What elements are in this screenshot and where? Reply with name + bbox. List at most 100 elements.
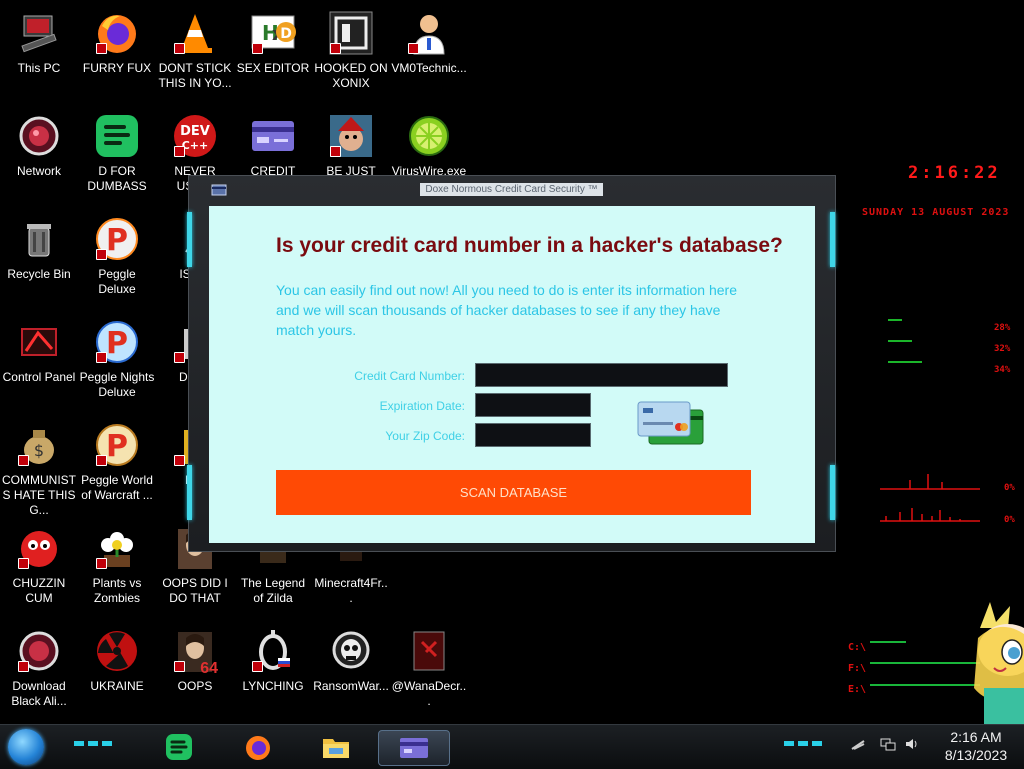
peggle-nights-icon: P bbox=[94, 319, 140, 365]
peggle-wow-icon: P bbox=[94, 422, 140, 468]
zip-label: Your Zip Code: bbox=[385, 429, 465, 443]
taskbar-time: 2:16 AM bbox=[950, 729, 1002, 745]
network-graph-1 bbox=[880, 474, 980, 490]
flower-icon bbox=[94, 525, 140, 571]
taskbar-app-d[interactable] bbox=[161, 730, 197, 764]
credit-card-icon bbox=[400, 738, 428, 758]
control-panel-icon bbox=[16, 319, 62, 365]
desktop-icon-wanadecr[interactable]: @WanaDecr... bbox=[390, 622, 468, 709]
desktop-icon-this-pc[interactable]: This PC bbox=[0, 4, 78, 76]
svg-text:P: P bbox=[106, 223, 128, 258]
tray-network-icon[interactable] bbox=[880, 737, 896, 751]
money-bag-icon: $ bbox=[16, 422, 62, 468]
desktop-icon-communists[interactable]: $ COMMUNISTS HATE THIS G... bbox=[0, 416, 78, 518]
window-title: Doxe Normous Credit Card Security ™ bbox=[420, 183, 603, 196]
cpu-meter-pct-3: 34% bbox=[994, 365, 1011, 375]
doctor-icon bbox=[406, 10, 452, 56]
drive-bar-e bbox=[870, 684, 980, 686]
desktop-icon-sex-editor[interactable]: HxD SEX EDITOR bbox=[234, 4, 312, 76]
skull-icon bbox=[328, 628, 374, 674]
description: You can easily find out now! All you nee… bbox=[276, 282, 737, 338]
cpu-meter-pct-2: 32% bbox=[994, 344, 1011, 354]
credit-cards-image bbox=[637, 401, 704, 445]
network-graph-pct-1: 0% bbox=[1004, 483, 1015, 493]
desktop-icon-chuzzin[interactable]: CHUZZIN CUM bbox=[0, 519, 78, 606]
cpu-meter-pct-1: 28% bbox=[994, 323, 1011, 333]
drive-label-f: F:\ bbox=[848, 663, 867, 674]
wannacry-icon bbox=[406, 628, 452, 674]
desktop-icon-vm0technic[interactable]: VM0Technic... bbox=[390, 4, 468, 76]
taskbar-date: 8/13/2023 bbox=[944, 747, 1008, 763]
taskbar bbox=[0, 724, 1024, 769]
desktop-icon-ransomware[interactable]: RansomWar... bbox=[312, 622, 390, 694]
chuzzle-icon bbox=[16, 525, 62, 571]
credit-card-icon bbox=[250, 113, 296, 159]
rainmeter-date: SUNDAY 13 AUGUST 2023 bbox=[862, 207, 1010, 218]
lime-icon bbox=[406, 113, 452, 159]
desktop-icon-dont-stick[interactable]: DONT STICK THIS IN YO... bbox=[156, 4, 234, 91]
oops-overlay-number: 64 bbox=[200, 660, 218, 677]
rainmeter-clock: 2:16:22 bbox=[908, 163, 1001, 183]
window-left-glow-2 bbox=[187, 465, 192, 520]
desktop-icon-viruswire[interactable]: VirusWire.exe bbox=[390, 107, 468, 179]
tray-keyboard-icon[interactable] bbox=[850, 737, 866, 751]
svg-text:C++: C++ bbox=[182, 139, 209, 152]
cpu-meter-bar-3 bbox=[888, 361, 922, 363]
taskbar-decor-right bbox=[784, 741, 822, 746]
firefox-icon bbox=[246, 736, 270, 760]
drive-bar-c bbox=[870, 641, 906, 643]
desktop-icon-recycle-bin[interactable]: Recycle Bin bbox=[0, 210, 78, 282]
card-number-input[interactable] bbox=[475, 363, 728, 387]
oops-portrait-icon: 64 bbox=[172, 628, 218, 677]
desktop-icon-download-black-ali[interactable]: Download Black Ali... bbox=[0, 622, 78, 709]
zip-input[interactable] bbox=[475, 423, 591, 447]
recycle-bin-icon bbox=[16, 216, 62, 262]
desktop-icon-plants-vs-zombies[interactable]: Plants vs Zombies bbox=[78, 519, 156, 606]
desktop-icon-hooked-on-xonix[interactable]: HOOKED ON XONIX bbox=[312, 4, 390, 91]
desktop-icon-peggle-wow[interactable]: P Peggle World of Warcraft ... bbox=[78, 416, 156, 503]
desktop-icon-control-panel[interactable]: Control Panel bbox=[0, 313, 78, 385]
hxd-icon: HxD bbox=[250, 10, 296, 56]
headline: Is your credit card number in a hacker's… bbox=[276, 234, 783, 257]
taskbar-app-firefox[interactable] bbox=[240, 730, 276, 764]
noose-icon bbox=[250, 628, 296, 674]
radiation-icon bbox=[94, 628, 140, 674]
firefox-icon bbox=[94, 10, 140, 56]
expiration-label: Expiration Date: bbox=[379, 399, 465, 413]
drive-label-c: C:\ bbox=[848, 642, 867, 653]
star-butterfly-character bbox=[974, 602, 1024, 724]
expiration-input[interactable] bbox=[475, 393, 591, 417]
cpu-meter-bar-1 bbox=[888, 319, 902, 321]
scan-database-button[interactable]: SCAN DATABASE bbox=[276, 470, 751, 515]
desktop-icon-peggle-nights[interactable]: P Peggle Nights Deluxe bbox=[78, 313, 156, 400]
xonix-icon bbox=[328, 10, 374, 56]
window-left-glow bbox=[187, 212, 192, 267]
taskbar-clock[interactable]: 2:16 AM 8/13/2023 bbox=[936, 728, 1016, 764]
d-app-icon bbox=[166, 734, 192, 760]
desktop-icon-furry-fux[interactable]: FURRY FUX bbox=[78, 4, 156, 76]
taskbar-decor-left bbox=[74, 741, 112, 746]
taskbar-app-explorer[interactable] bbox=[318, 730, 354, 764]
desktop-icon-network[interactable]: Network bbox=[0, 107, 78, 179]
taskbar-app-credit-card[interactable] bbox=[378, 730, 450, 766]
elf-icon bbox=[328, 113, 374, 159]
drive-bar-f bbox=[870, 662, 980, 664]
desktop-icon-lynching[interactable]: LYNCHING bbox=[234, 622, 312, 694]
desktop-icon-oops[interactable]: 64 OOPS bbox=[156, 622, 234, 694]
window-system-icon[interactable] bbox=[211, 184, 227, 196]
svg-text:P: P bbox=[106, 326, 128, 361]
window-right-glow-2 bbox=[830, 465, 835, 520]
this-pc-icon bbox=[16, 10, 62, 56]
folder-icon bbox=[323, 739, 349, 758]
desktop-icon-d-for-dumbass[interactable]: D FOR DUMBASS bbox=[78, 107, 156, 194]
download-icon bbox=[16, 628, 62, 674]
desktop-icon-peggle-deluxe[interactable]: P Peggle Deluxe bbox=[78, 210, 156, 297]
d-app-icon bbox=[94, 113, 140, 159]
network-graph-pct-2: 0% bbox=[1004, 515, 1015, 525]
desktop-icon-ukraine[interactable]: UKRAINE bbox=[78, 622, 156, 694]
start-button[interactable] bbox=[8, 729, 44, 765]
svg-text:D: D bbox=[280, 26, 292, 42]
network-graph-2 bbox=[880, 508, 980, 522]
vlc-cone-icon bbox=[172, 10, 218, 56]
tray-volume-icon[interactable] bbox=[904, 737, 920, 751]
